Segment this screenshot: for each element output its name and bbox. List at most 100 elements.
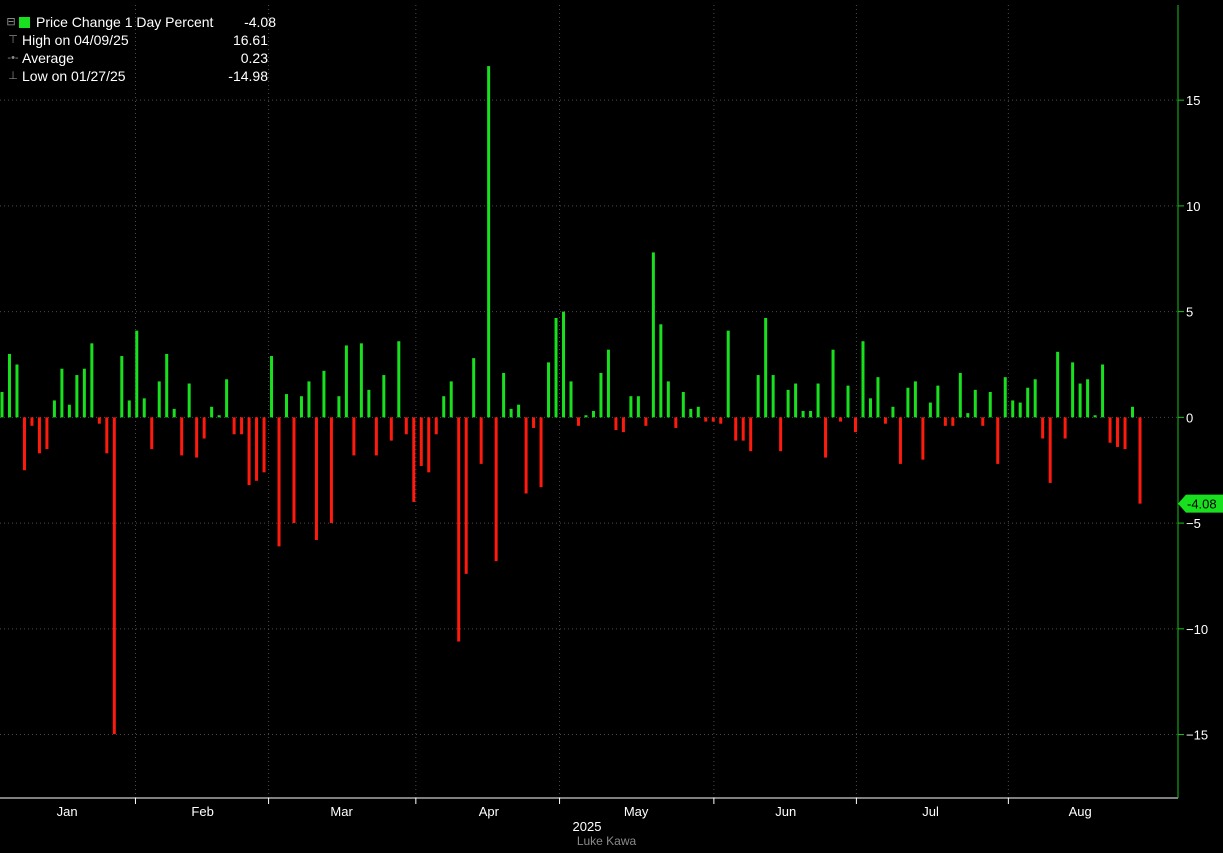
axes: 15 10 5 0 −5 −10 −15 Jan Feb Mar Apr May Jun Jul Aug 20… (0, 5, 1223, 834)
bar (816, 383, 820, 418)
bar (928, 402, 932, 418)
x-tick-label: Feb (191, 804, 213, 819)
bar (562, 311, 566, 418)
y-tick-label: −15 (1186, 728, 1208, 743)
bar (891, 406, 895, 418)
bar (359, 343, 363, 418)
bar (307, 381, 311, 418)
bar (996, 417, 1000, 464)
bar (584, 415, 588, 418)
bar (1108, 417, 1112, 443)
x-tick-label: Jan (57, 804, 78, 819)
bar (636, 396, 640, 418)
legend-low-label: Low on 01/27/25 (22, 68, 126, 84)
bar (906, 387, 910, 418)
bar (958, 372, 962, 418)
bar (824, 417, 828, 458)
bar (449, 381, 453, 418)
bar (839, 417, 843, 422)
bar (232, 417, 236, 435)
bar (292, 417, 296, 524)
bar (966, 413, 970, 418)
y-tick-label: −10 (1186, 622, 1208, 637)
x-tick-label: Mar (330, 804, 353, 819)
bar (299, 396, 303, 418)
bar (621, 417, 625, 433)
x-tick-label: Jun (775, 804, 796, 819)
collapse-icon[interactable]: ⊟ (4, 13, 18, 31)
bar (1086, 379, 1090, 418)
bar (255, 417, 259, 481)
bar (464, 417, 468, 574)
bar (854, 417, 857, 433)
y-tick-label: 15 (1186, 93, 1200, 108)
bar (591, 411, 595, 418)
bar (1131, 406, 1135, 418)
bar (502, 372, 506, 418)
bar (876, 377, 880, 418)
bar (322, 370, 326, 418)
bar (943, 417, 947, 426)
bar (187, 383, 191, 418)
bar (509, 408, 513, 418)
legend-series-row[interactable]: ⊟ Price Change 1 Day Percent -4.08 (4, 13, 276, 31)
series-color-swatch (19, 16, 30, 28)
bar (217, 415, 221, 418)
bar (442, 396, 446, 418)
bar (210, 406, 214, 418)
bar (374, 417, 378, 456)
bar (569, 381, 573, 418)
bar (397, 341, 401, 418)
bar (15, 364, 19, 418)
bar (1018, 402, 1022, 418)
bar (352, 417, 356, 456)
bar (105, 417, 109, 454)
legend-series-value: -4.08 (244, 14, 276, 30)
bar (576, 417, 580, 426)
bar (150, 417, 154, 450)
bar (367, 389, 371, 418)
bar (883, 417, 887, 424)
bar (157, 381, 161, 418)
average-marker-icon: -•- (7, 52, 19, 64)
legend-low-value: -14.98 (228, 68, 268, 84)
bar (629, 396, 633, 418)
bar (135, 330, 139, 418)
legend-high-label: High on 04/09/25 (22, 32, 129, 48)
bar (195, 417, 199, 458)
bar (846, 385, 850, 418)
bar (1048, 417, 1052, 483)
bar (1116, 417, 1120, 447)
bar (434, 417, 438, 435)
bar (202, 417, 206, 439)
bar (52, 400, 56, 418)
bar (786, 389, 790, 418)
bar (180, 417, 184, 456)
bar (547, 362, 551, 418)
bar (457, 417, 461, 642)
bar (696, 406, 700, 418)
bar (344, 345, 348, 418)
legend-high-row: ⊤ High on 04/09/25 16.61 (4, 31, 276, 49)
bar (7, 353, 11, 418)
bar (472, 358, 476, 418)
x-tick-label: May (624, 804, 649, 819)
bar (262, 417, 266, 473)
low-marker-icon: ⊥ (8, 70, 18, 82)
bar (606, 349, 610, 418)
bar (1063, 417, 1067, 439)
bar (60, 368, 64, 418)
bar (898, 417, 902, 464)
bar (1041, 417, 1045, 439)
bar-chart: 15 10 5 0 −5 −10 −15 Jan Feb Mar Apr May Jun Jul Aug 20… (0, 5, 1223, 834)
bar (711, 417, 715, 422)
bar (382, 375, 386, 418)
legend-average-value: 0.23 (240, 50, 268, 66)
bar (1093, 415, 1097, 418)
bar (734, 417, 738, 441)
bar (142, 398, 146, 418)
bar (120, 356, 124, 418)
x-tick-label: Jul (922, 804, 939, 819)
bar (651, 252, 655, 418)
bar (1078, 383, 1082, 418)
